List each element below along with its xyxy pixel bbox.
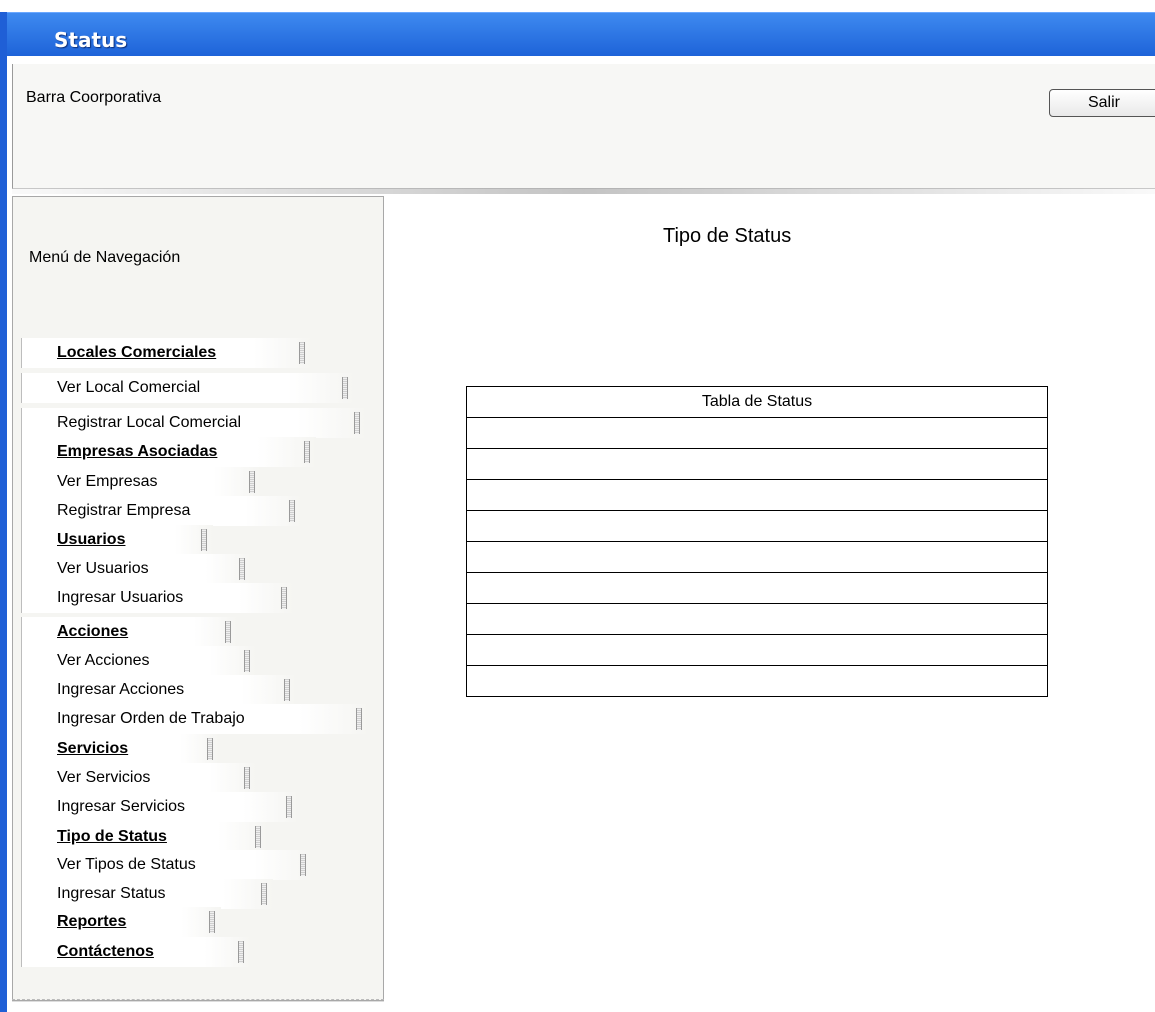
nav-item-label: Reportes — [57, 913, 127, 930]
resize-grip-icon — [201, 529, 207, 551]
resize-grip-icon — [255, 826, 261, 848]
resize-grip-icon — [244, 767, 250, 789]
nav-item-label: Ingresar Servicios — [57, 798, 186, 815]
nav-item-label: Ver Servicios — [57, 769, 151, 786]
resize-grip-icon — [284, 679, 290, 701]
resize-grip-icon — [300, 854, 306, 876]
resize-grip-icon — [244, 650, 250, 672]
table-cell — [466, 448, 1048, 480]
nav-link[interactable]: Registrar Empresa — [21, 496, 301, 526]
resize-grip-icon — [354, 412, 360, 434]
nav-link[interactable]: Registrar Local Comercial — [21, 408, 366, 438]
table-header-cell: Tabla de Status — [466, 386, 1048, 418]
nav-link[interactable]: Ingresar Acciones — [21, 675, 296, 705]
navigation-menu-title: Menú de Navegación — [29, 249, 181, 266]
nav-link[interactable]: Ver Servicios — [21, 763, 256, 793]
corporate-bar: Barra Coorporativa Salir — [12, 64, 1155, 189]
table-cell — [466, 510, 1048, 542]
nav-link[interactable]: Ingresar Status — [21, 879, 273, 909]
nav-section-link[interactable]: Locales Comerciales — [21, 338, 311, 368]
navigation-menu-bottom-border — [12, 999, 384, 1000]
nav-item-label: Ver Acciones — [57, 652, 150, 669]
table-row — [466, 510, 1048, 542]
table-row — [466, 417, 1048, 449]
resize-grip-icon — [289, 500, 295, 522]
nav-section-link[interactable]: Reportes — [21, 907, 221, 937]
corporate-bar-divider — [12, 188, 1155, 194]
nav-item-label: Ver Usuarios — [57, 560, 149, 577]
nav-section-link[interactable]: Empresas Asociadas — [21, 437, 316, 467]
status-table-body — [466, 417, 1048, 697]
table-row — [466, 634, 1048, 666]
resize-grip-icon — [239, 558, 245, 580]
nav-section-link[interactable]: Servicios — [21, 734, 219, 764]
page-title: Tipo de Status — [663, 225, 792, 247]
nav-item-label: Locales Comerciales — [57, 344, 217, 361]
exit-button[interactable]: Salir — [1049, 89, 1155, 117]
nav-link[interactable]: Ver Empresas — [21, 467, 261, 497]
window-title-bar: Status — [0, 12, 1155, 57]
nav-item-label: Servicios — [57, 740, 129, 757]
nav-item-label: Acciones — [57, 623, 129, 640]
resize-grip-icon — [356, 708, 362, 730]
navigation-menu: Menú de Navegación Locales Comerciales Ve… — [12, 196, 384, 1001]
table-header-row: Tabla de Status — [466, 386, 1048, 418]
nav-section-link[interactable]: Acciones — [21, 617, 237, 647]
corporate-bar-label: Barra Coorporativa — [26, 89, 162, 106]
resize-grip-icon — [238, 941, 244, 963]
nav-link[interactable]: Ver Tipos de Status — [21, 850, 312, 880]
table-cell — [466, 479, 1048, 511]
resize-grip-icon — [249, 471, 255, 493]
nav-item-label: Ver Empresas — [57, 473, 158, 490]
nav-item-label: Registrar Local Comercial — [57, 414, 242, 431]
nav-section-link[interactable]: Tipo de Status — [21, 822, 267, 852]
nav-item-label: Ingresar Orden de Trabajo — [57, 710, 245, 727]
nav-link[interactable]: Ver Local Comercial — [21, 373, 354, 403]
resize-grip-icon — [261, 883, 267, 905]
resize-grip-icon — [342, 377, 348, 399]
table-row — [466, 541, 1048, 573]
table-cell — [466, 572, 1048, 604]
table-row — [466, 603, 1048, 635]
table-row — [466, 572, 1048, 604]
table-cell — [466, 603, 1048, 635]
nav-item-label: Ingresar Usuarios — [57, 589, 184, 606]
nav-item-label: Ingresar Status — [57, 885, 166, 902]
nav-item-label: Ver Tipos de Status — [57, 856, 196, 873]
nav-link[interactable]: Ver Acciones — [21, 646, 256, 676]
nav-link[interactable]: Ingresar Servicios — [21, 792, 298, 822]
nav-link[interactable]: Ver Usuarios — [21, 554, 251, 584]
table-cell — [466, 541, 1048, 573]
table-cell — [466, 417, 1048, 449]
table-row — [466, 448, 1048, 480]
nav-item-label: Contáctenos — [57, 943, 154, 960]
nav-section-link[interactable]: Usuarios — [21, 525, 213, 555]
table-cell — [466, 665, 1048, 697]
nav-item-label: Registrar Empresa — [57, 502, 191, 519]
table-cell — [466, 634, 1048, 666]
nav-item-label: Ver Local Comercial — [57, 379, 201, 396]
nav-item-label: Usuarios — [57, 531, 126, 548]
window-left-border — [0, 12, 7, 1012]
nav-link[interactable]: Ingresar Orden de Trabajo — [21, 704, 368, 734]
table-row — [466, 665, 1048, 697]
nav-item-label: Tipo de Status — [57, 828, 167, 845]
table-row — [466, 479, 1048, 511]
resize-grip-icon — [225, 621, 231, 643]
window-title: Status — [54, 28, 128, 52]
status-table: Tabla de Status — [466, 386, 1048, 697]
resize-grip-icon — [281, 587, 287, 609]
nav-item-label: Ingresar Acciones — [57, 681, 185, 698]
resize-grip-icon — [207, 738, 213, 760]
nav-item-label: Empresas Asociadas — [57, 443, 218, 460]
resize-grip-icon — [209, 911, 215, 933]
resize-grip-icon — [299, 342, 305, 364]
resize-grip-icon — [304, 441, 310, 463]
nav-section-link[interactable]: Contáctenos — [21, 937, 250, 967]
resize-grip-icon — [286, 796, 292, 818]
nav-link[interactable]: Ingresar Usuarios — [21, 583, 293, 613]
